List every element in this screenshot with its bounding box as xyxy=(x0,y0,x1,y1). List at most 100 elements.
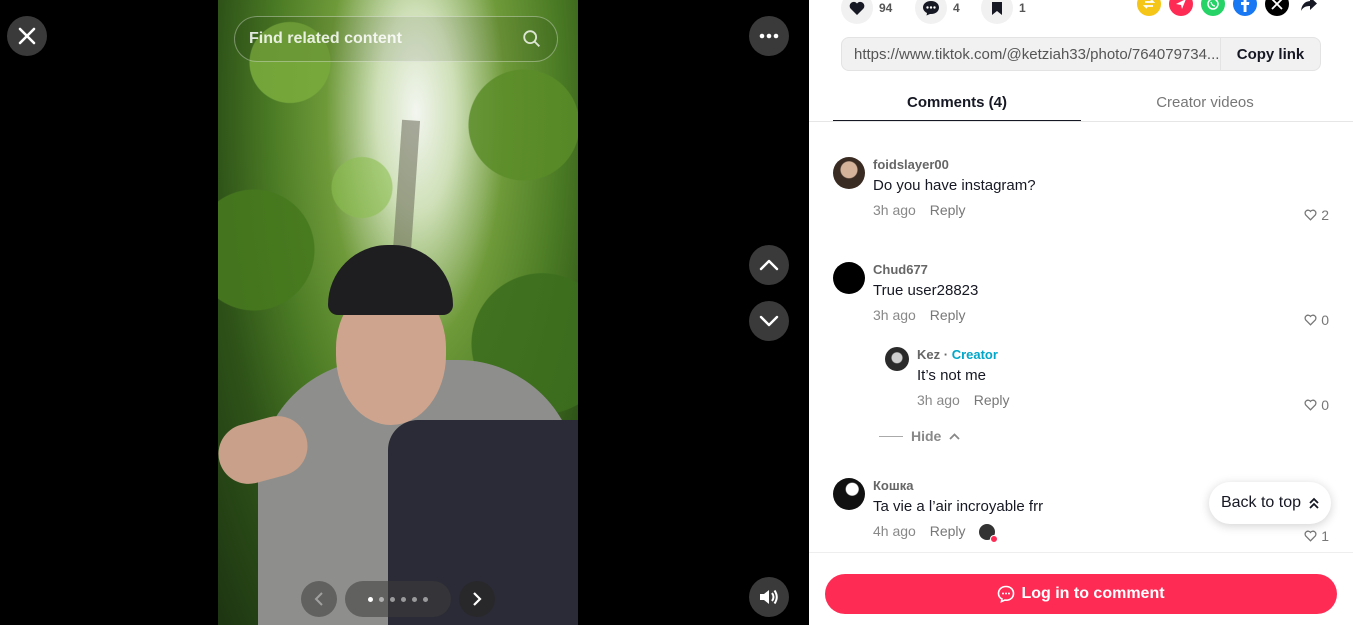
next-post-button[interactable] xyxy=(749,301,789,341)
close-button[interactable] xyxy=(7,16,47,56)
save-count: 1 xyxy=(1019,1,1026,15)
comment-footer: Log in to comment xyxy=(809,552,1353,625)
heart-outline-icon xyxy=(1304,399,1317,411)
comment-like[interactable]: 1 xyxy=(1304,528,1329,544)
post-photo[interactable] xyxy=(218,0,578,625)
pagination-dot[interactable] xyxy=(368,596,373,602)
chevron-up-icon xyxy=(759,259,779,271)
close-icon xyxy=(18,27,36,45)
comment-bubble-icon xyxy=(998,585,1015,603)
tab-creator-videos[interactable]: Creator videos xyxy=(1081,82,1329,122)
comment-text: Do you have instagram? xyxy=(873,177,1036,194)
avatar[interactable] xyxy=(833,157,865,189)
reply-body: Kez · Creator It’s not me 3h ago Reply xyxy=(917,347,1329,408)
login-to-comment-button[interactable]: Log in to comment xyxy=(825,574,1337,614)
reply-username-row: Kez · Creator xyxy=(917,347,1329,362)
heart-badge-icon xyxy=(990,535,999,544)
heart-outline-icon xyxy=(1304,314,1317,326)
comment-action[interactable]: 4 xyxy=(915,0,960,24)
back-to-top-button[interactable]: Back to top xyxy=(1209,482,1331,524)
send-icon[interactable] xyxy=(1169,0,1193,16)
more-options-button[interactable] xyxy=(749,16,789,56)
reply-button[interactable]: Reply xyxy=(930,523,966,539)
comment-like-count: 2 xyxy=(1321,207,1329,223)
reply-item: Kez · Creator It’s not me 3h ago Reply 0 xyxy=(885,347,1329,417)
heart-icon[interactable] xyxy=(841,0,873,24)
creator-badge: Creator xyxy=(951,347,998,362)
avatar[interactable] xyxy=(833,262,865,294)
heart-outline-icon xyxy=(1304,530,1317,542)
chevron-right-icon xyxy=(473,592,482,606)
comment-like[interactable]: 0 xyxy=(1304,312,1329,328)
previous-image-button[interactable] xyxy=(301,581,337,617)
pagination-dot[interactable] xyxy=(390,596,395,602)
comment-text: True user28823 xyxy=(873,282,979,299)
copy-link-button[interactable]: Copy link xyxy=(1220,38,1320,70)
creator-liked-avatar xyxy=(979,524,999,544)
chevron-down-icon xyxy=(759,315,779,327)
comment-like-count: 1 xyxy=(1321,528,1329,544)
chevron-up-icon xyxy=(949,432,960,440)
image-pagination-dots xyxy=(345,581,451,617)
comment-body: Chud677 True user28823 3h ago Reply xyxy=(873,262,1329,323)
reply-button[interactable]: Reply xyxy=(930,307,966,323)
tab-comments[interactable]: Comments (4) xyxy=(833,82,1081,122)
comment-count: 4 xyxy=(953,1,960,15)
avatar[interactable] xyxy=(833,478,865,510)
pagination-dot[interactable] xyxy=(401,596,406,602)
reply-like-count: 0 xyxy=(1321,397,1329,413)
x-icon[interactable] xyxy=(1265,0,1289,16)
reply-like[interactable]: 0 xyxy=(1304,397,1329,413)
previous-post-button[interactable] xyxy=(749,245,789,285)
like-count: 94 xyxy=(879,1,893,15)
comment-icon[interactable] xyxy=(915,0,947,24)
share-arrow-icon[interactable] xyxy=(1297,0,1321,16)
reply-separator: · xyxy=(940,347,952,362)
tab-divider xyxy=(809,121,1353,122)
comment-body: foidslayer00 Do you have instagram? 3h a… xyxy=(873,157,1329,218)
avatar[interactable] xyxy=(885,347,909,371)
post-url[interactable]: https://www.tiktok.com/@ketziah33/photo/… xyxy=(842,46,1220,63)
pagination-dot[interactable] xyxy=(412,596,417,602)
pagination-dot[interactable] xyxy=(423,596,428,602)
comment-meta: 3h ago Reply xyxy=(873,307,1329,323)
comment-meta: 3h ago Reply xyxy=(873,202,1329,218)
comment-item: Chud677 True user28823 3h ago Reply 0 xyxy=(833,262,1329,332)
search-placeholder: Find related content xyxy=(249,30,402,47)
back-to-top-label: Back to top xyxy=(1220,494,1302,511)
media-viewer: Find related content xyxy=(0,0,809,625)
comment-time: 3h ago xyxy=(873,202,916,218)
more-icon xyxy=(759,33,779,39)
chevron-left-icon xyxy=(314,592,323,606)
comment-username[interactable]: foidslayer00 xyxy=(873,157,1329,172)
action-bar: 94 4 1 xyxy=(809,0,1353,24)
reply-button[interactable]: Reply xyxy=(930,202,966,218)
comment-like-count: 0 xyxy=(1321,312,1329,328)
like-action[interactable]: 94 xyxy=(841,0,892,24)
next-image-button[interactable] xyxy=(459,581,495,617)
comments-panel: 94 4 1 https://www.tiktok.com/@ketziah33… xyxy=(809,0,1353,625)
reply-username[interactable]: Kez xyxy=(917,347,940,362)
comment-meta: 4h ago Reply xyxy=(873,523,1329,544)
reply-meta: 3h ago Reply xyxy=(917,392,1329,408)
whatsapp-icon[interactable] xyxy=(1201,0,1225,16)
facebook-icon[interactable] xyxy=(1233,0,1257,16)
comment-time: 3h ago xyxy=(873,307,916,323)
related-content-search[interactable]: Find related content xyxy=(234,16,558,62)
share-link-box: https://www.tiktok.com/@ketziah33/photo/… xyxy=(841,37,1321,71)
reply-text: It’s not me xyxy=(917,367,986,384)
pagination-dot[interactable] xyxy=(379,596,384,602)
reply-time: 3h ago xyxy=(917,392,960,408)
comment-username[interactable]: Chud677 xyxy=(873,262,1329,277)
panel-tabs: Comments (4) Creator videos xyxy=(833,82,1329,122)
comment-like[interactable]: 2 xyxy=(1304,207,1329,223)
sound-toggle-button[interactable] xyxy=(749,577,789,617)
repost-icon[interactable] xyxy=(1137,0,1161,16)
hide-replies-button[interactable]: Hide xyxy=(879,428,960,444)
speaker-icon xyxy=(760,589,778,605)
comment-time: 4h ago xyxy=(873,523,916,539)
search-icon[interactable] xyxy=(521,28,543,50)
save-action[interactable]: 1 xyxy=(981,0,1026,24)
reply-button[interactable]: Reply xyxy=(974,392,1010,408)
bookmark-icon[interactable] xyxy=(981,0,1013,24)
